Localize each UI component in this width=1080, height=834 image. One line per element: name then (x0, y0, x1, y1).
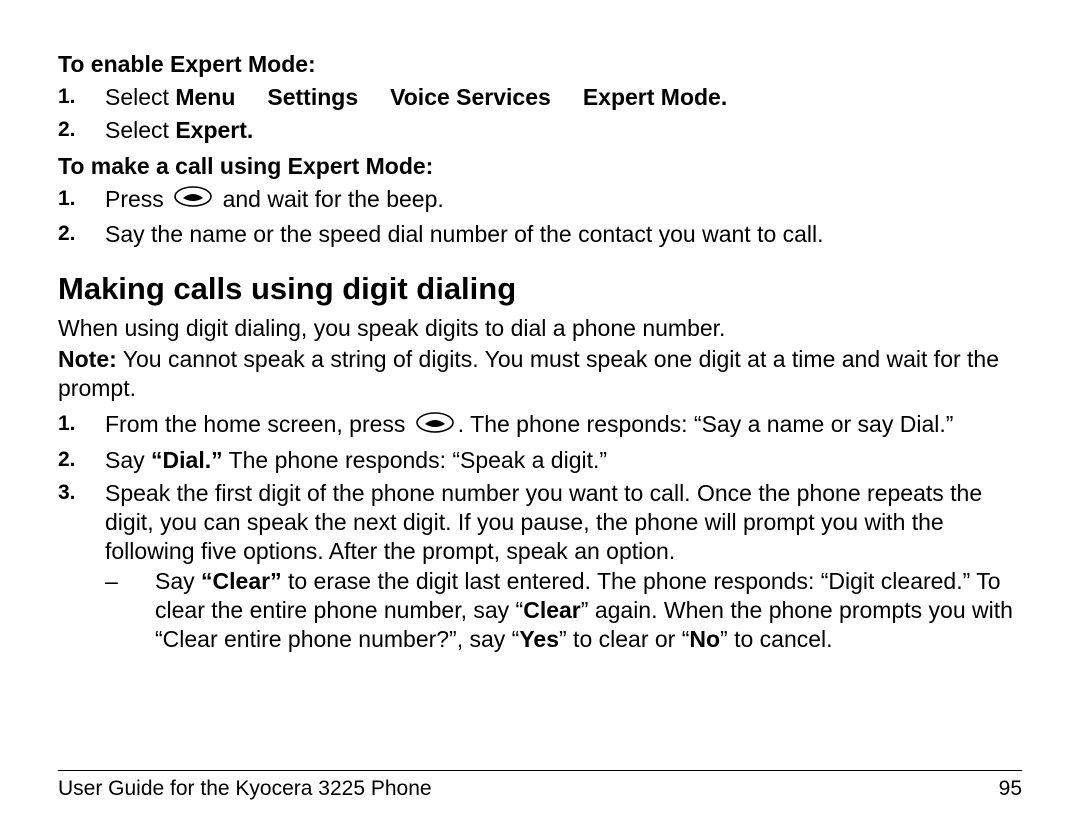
item-number: 2. (58, 117, 76, 143)
digit-dialing-note: Note: You cannot speak a string of digit… (58, 345, 1022, 403)
digit-dialing-intro: When using digit dialing, you speak digi… (58, 314, 1022, 343)
digit-dialing-heading: Making calls using digit dialing (58, 269, 1022, 308)
item-text: Select (105, 117, 175, 143)
list-item: 2. Say “Dial.” The phone responds: “Spea… (58, 446, 1022, 475)
item-text-after: and wait for the beep. (216, 186, 444, 212)
digit-dialing-list: 1. From the home screen, press . The pho… (58, 410, 1022, 654)
dash-marker: – (105, 567, 118, 596)
item-text: Speak the first digit of the phone numbe… (105, 480, 982, 564)
item-number: 2. (58, 221, 76, 247)
footer: User Guide for the Kyocera 3225 Phone 95 (58, 770, 1022, 802)
list-item: 3. Speak the first digit of the phone nu… (58, 479, 1022, 655)
item-text: Say the name or the speed dial number of… (105, 221, 824, 247)
no-bold: No (689, 626, 720, 652)
call-button-icon (174, 185, 212, 214)
list-item: 1. Select Menu Settings Voice Services Expe… (58, 83, 1022, 112)
item-text: Press (105, 186, 170, 212)
expert-mode-bold: Expert Mode. (583, 84, 727, 110)
call-button-icon (416, 411, 454, 440)
item-number: 1. (58, 84, 76, 110)
list-item: 2. Select Expert. (58, 116, 1022, 145)
make-call-expert-list: 1. Press and wait for the beep. 2. Say t… (58, 185, 1022, 249)
menu-bold: Menu (175, 84, 235, 110)
settings-bold: Settings (267, 84, 358, 110)
sub-text: ” to clear or “ (559, 626, 689, 652)
enable-expert-heading: To enable Expert Mode: (58, 50, 1022, 79)
item-text: Say (105, 447, 151, 473)
note-label: Note: (58, 346, 117, 372)
item-number: 1. (58, 186, 76, 212)
options-sublist: – Say “Clear” to erase the digit last en… (105, 567, 1022, 654)
footer-title: User Guide for the Kyocera 3225 Phone (58, 776, 432, 802)
expert-bold: Expert. (175, 117, 253, 143)
yes-bold: Yes (519, 626, 559, 652)
item-number: 2. (58, 447, 76, 473)
enable-expert-list: 1. Select Menu Settings Voice Services Expe… (58, 83, 1022, 145)
note-text: You cannot speak a string of digits. You… (58, 346, 999, 401)
item-text: Select (105, 84, 175, 110)
item-number: 3. (58, 480, 76, 506)
sublist-item: – Say “Clear” to erase the digit last en… (105, 567, 1022, 654)
item-text-after: The phone responds: “Speak a digit.” (223, 447, 607, 473)
voice-services-bold: Voice Services (390, 84, 551, 110)
sub-text: Say (155, 568, 201, 594)
item-text-after: . The phone responds: “Say a name or say… (458, 411, 954, 437)
footer-page-number: 95 (999, 776, 1022, 802)
clear-bold-2: Clear (523, 597, 581, 623)
item-number: 1. (58, 411, 76, 437)
list-item: 1. From the home screen, press . The pho… (58, 410, 1022, 441)
item-text: From the home screen, press (105, 411, 412, 437)
sub-text: ” to cancel. (720, 626, 833, 652)
list-item: 1. Press and wait for the beep. (58, 185, 1022, 216)
dial-bold: “Dial.” (151, 447, 223, 473)
make-call-expert-heading: To make a call using Expert Mode: (58, 152, 1022, 181)
clear-bold: “Clear” (201, 568, 282, 594)
list-item: 2. Say the name or the speed dial number… (58, 220, 1022, 249)
